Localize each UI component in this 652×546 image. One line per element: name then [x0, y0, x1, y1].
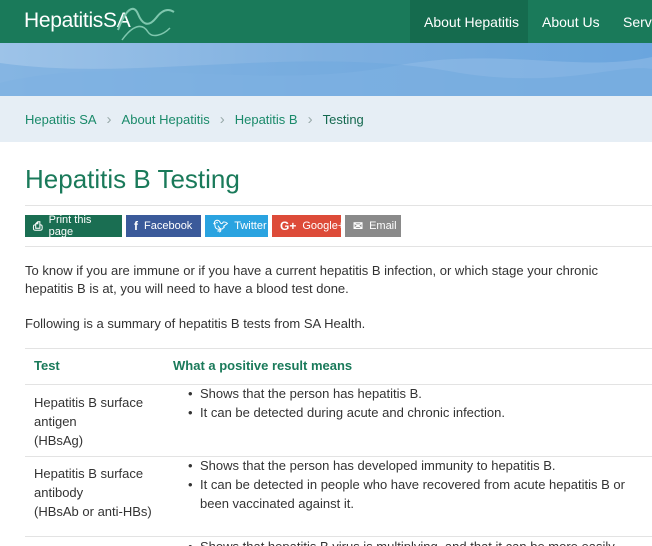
result-item: Shows that hepatitis B virus is multiply…: [188, 537, 638, 546]
result-list: Shows that hepatitis B virus is multiply…: [188, 537, 638, 546]
facebook-label: Facebook: [144, 220, 193, 232]
result-item: Shows that the person has developed immu…: [188, 456, 638, 475]
twitter-icon: 🐦︎: [213, 219, 229, 233]
result-list: Shows that the person has hepatitis B. I…: [188, 384, 638, 422]
column-header-result: What a positive result means: [173, 358, 353, 373]
logo-swoosh-icon: [117, 7, 175, 41]
twitter-label: Twitter: [234, 220, 267, 232]
test-abbreviation: (HBsAb or anti-HBs): [34, 504, 152, 519]
chevron-right-icon: ›: [106, 110, 112, 128]
test-name: Hepatitis B surface antibody: [34, 466, 144, 500]
nav-services[interactable]: Servi: [610, 0, 652, 43]
breadcrumb-home[interactable]: Hepatitis SA: [25, 112, 97, 127]
divider: [25, 205, 652, 206]
breadcrumb-about-hepatitis[interactable]: About Hepatitis: [122, 112, 210, 127]
nav-about-hepatitis[interactable]: About Hepatitis: [410, 0, 528, 43]
intro-paragraph: To know if you are immune or if you have…: [25, 263, 599, 296]
google-label: Google+: [302, 220, 345, 232]
top-navigation-bar: HepatitisSA About Hepatitis About Us Ser…: [0, 0, 652, 43]
print-label: Print this page: [48, 214, 92, 238]
table-top-border: [25, 348, 652, 349]
result-item: Shows that the person has hepatitis B.: [188, 384, 638, 403]
banner-wave-decoration: [0, 57, 652, 96]
envelope-icon: ✉: [353, 219, 364, 233]
test-abbreviation: (HBsAg): [34, 433, 84, 448]
printer-icon: ⎙: [33, 218, 43, 233]
twitter-share-button[interactable]: 🐦︎ Twitter: [205, 215, 268, 237]
facebook-share-button[interactable]: f Facebook: [126, 215, 201, 237]
email-label: Email: [369, 220, 397, 232]
chevron-right-icon: ›: [219, 110, 225, 128]
breadcrumb-current: Testing: [322, 111, 364, 127]
google-plus-icon: G+: [280, 219, 297, 233]
column-header-test: Test: [34, 358, 60, 373]
breadcrumb: Hepatitis SA › About Hepatitis › Hepatit…: [0, 96, 652, 142]
nav-about-us[interactable]: About Us: [528, 0, 610, 43]
divider: [25, 246, 652, 247]
hero-banner: [0, 43, 652, 96]
result-item: It can be detected during acute and chro…: [188, 403, 638, 422]
breadcrumb-hepatitis-b[interactable]: Hepatitis B: [235, 112, 298, 127]
table-cell-test: Hepatitis B surface antibody (HBsAb or a…: [34, 464, 169, 521]
result-list: Shows that the person has developed immu…: [188, 456, 638, 513]
page-title: Hepatitis B Testing: [25, 164, 240, 194]
table-cell-test: Hepatitis B surface antigen (HBsAg): [34, 393, 169, 450]
google-share-button[interactable]: G+ Google+: [272, 215, 345, 237]
test-name: Hepatitis B surface antigen: [34, 395, 144, 429]
print-button[interactable]: ⎙ Print this page: [25, 214, 122, 238]
summary-paragraph: Following is a summary of hepatitis B te…: [25, 316, 366, 331]
facebook-icon: f: [134, 219, 138, 233]
email-share-button[interactable]: ✉ Email: [345, 215, 401, 237]
result-item: It can be detected in people who have re…: [188, 475, 638, 513]
chevron-right-icon: ›: [307, 110, 313, 128]
